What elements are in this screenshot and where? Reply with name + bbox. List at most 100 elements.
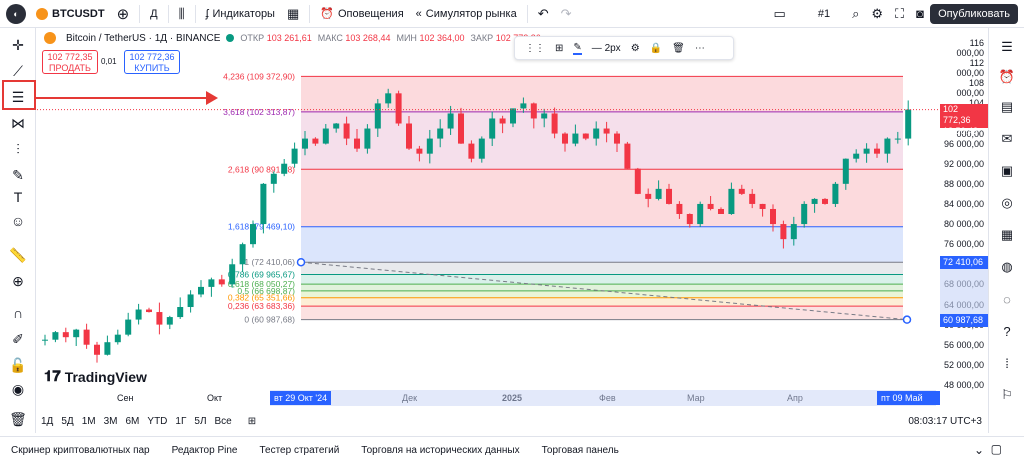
data-window-icon[interactable]: ▤: [996, 96, 1018, 118]
candle-body: [863, 148, 870, 154]
symbol-search[interactable]: BTCUSDT: [30, 0, 111, 28]
symbol-name: BTCUSDT: [52, 7, 105, 20]
date-range-icon[interactable]: ⊞: [244, 416, 260, 427]
brush-icon[interactable]: ✎: [6, 164, 30, 186]
fib-zone: [301, 297, 903, 307]
period-button[interactable]: 5Л: [190, 416, 210, 427]
indicators-button[interactable]: ʄ Индикаторы: [200, 0, 281, 28]
lock-icon[interactable]: 🔓: [6, 354, 30, 376]
calendar-icon[interactable]: ▦: [996, 224, 1018, 246]
fib-level-label: 0,786 (69 965,67): [228, 270, 295, 280]
ruler-icon[interactable]: 📏: [6, 244, 30, 266]
user-avatar[interactable]: ◐: [6, 3, 26, 24]
tv-logo-text: TradingView: [64, 368, 147, 385]
trend-line-icon[interactable]: ⟋: [6, 60, 30, 82]
price-axis[interactable]: 116 000,00112 000,00108 000,00104 000,00…: [940, 28, 988, 405]
chart-legend: Bitcoin / TetherUS · 1Д · BINANCE ОТКР 1…: [44, 32, 541, 44]
price-chart[interactable]: 4,236 (109 372,90)3,618 (102 313,87)2,61…: [37, 28, 940, 405]
zoom-in-icon[interactable]: ⊕: [6, 270, 30, 292]
candle-type-icon[interactable]: ⫼: [173, 0, 191, 28]
news-icon[interactable]: ▣: [996, 160, 1018, 182]
layout-icon[interactable]: ▭: [768, 0, 792, 28]
lock-icon[interactable]: 🔒: [650, 43, 662, 54]
candle-body: [447, 113, 454, 129]
settings-gear-icon[interactable]: ⚙: [865, 0, 889, 28]
bottom-tab[interactable]: Скринер криптовалютных пар: [0, 445, 161, 456]
apps-icon[interactable]: ⁞: [996, 352, 1018, 374]
ohlc-low: МИН 102 364,00: [396, 33, 465, 43]
more-icon[interactable]: ⋯: [695, 43, 705, 54]
text-icon[interactable]: T: [6, 186, 30, 208]
help-icon[interactable]: ?: [996, 320, 1018, 342]
notifications-icon[interactable]: ◌: [996, 288, 1018, 310]
time-axis[interactable]: СенОктДек2025ФевМарАпрвт 29 Окт '24пт 09…: [37, 390, 940, 417]
magnet-icon[interactable]: ∩: [6, 302, 30, 324]
bottom-tab[interactable]: Торговля на исторических данных: [350, 445, 530, 456]
templates-icon[interactable]: ▦: [281, 0, 305, 28]
emoji-icon[interactable]: ☺: [6, 210, 30, 232]
ideas-icon[interactable]: ◎: [996, 192, 1018, 214]
buy-button[interactable]: 102 772,36 КУПИТЬ: [124, 50, 180, 74]
price-tick-label: 76 000,00: [943, 239, 984, 250]
period-button[interactable]: Все: [211, 416, 236, 427]
fib-zone: [301, 290, 903, 298]
undo-icon[interactable]: ↶: [532, 0, 555, 28]
crosshair-icon[interactable]: ✛: [6, 34, 30, 56]
fib-anchor-handle: [902, 315, 912, 324]
template-icon[interactable]: ⊞: [555, 43, 563, 54]
price-tick-label: 92 000,00: [943, 158, 984, 169]
utc-clock[interactable]: 08:03:17 UTC+3: [908, 416, 982, 427]
fullscreen-icon[interactable]: ⛶: [889, 0, 910, 28]
camera-icon[interactable]: ◙: [910, 0, 930, 28]
trash-icon[interactable]: 🗑: [672, 43, 685, 54]
tv-logo-icon: 𝟏𝟕: [44, 368, 61, 385]
drag-handle-icon[interactable]: ⋮⋮: [525, 43, 545, 54]
period-button[interactable]: 3М: [100, 416, 122, 427]
chevron-down-icon[interactable]: ⌄: [974, 443, 984, 457]
compare-add-icon[interactable]: ⊕: [111, 0, 136, 28]
candle-body: [218, 279, 225, 285]
lock-drawings-icon[interactable]: ✐: [6, 328, 30, 350]
current-price-tag: 102 772,36 18:56:43: [940, 103, 988, 136]
period-button[interactable]: 1Д: [37, 416, 57, 427]
alerts-button[interactable]: ⏰ Оповещения: [314, 0, 409, 28]
chart-title: Bitcoin / TetherUS · 1Д · BINANCE: [66, 32, 221, 44]
publish-button[interactable]: Опубликовать: [930, 4, 1018, 24]
layout-number[interactable]: #1: [812, 0, 836, 28]
line-width-button[interactable]: — 2px: [592, 43, 621, 54]
period-button[interactable]: 1Г: [171, 416, 190, 427]
broadcast-icon[interactable]: ◍: [996, 256, 1018, 278]
replay-button[interactable]: « Симулятор рынка: [410, 0, 523, 28]
redo-icon[interactable]: ↷: [555, 0, 578, 28]
quick-search-icon[interactable]: ⌕: [846, 0, 865, 28]
hint-icon[interactable]: ⚐: [996, 384, 1018, 406]
candle-body: [281, 163, 288, 174]
pattern-icon[interactable]: ⋈: [6, 112, 30, 134]
candle-body: [395, 93, 402, 124]
settings-gear-icon[interactable]: ⚙: [631, 43, 640, 54]
candle-body: [749, 193, 756, 204]
bottom-tab[interactable]: Тестер стратегий: [248, 445, 350, 456]
candle-body: [166, 317, 173, 325]
fib-zone: [301, 76, 903, 112]
period-button[interactable]: YTD: [143, 416, 171, 427]
fib-zone: [301, 274, 903, 285]
pen-color-icon[interactable]: ✎: [573, 42, 582, 55]
watchlist-icon[interactable]: ☰: [996, 36, 1018, 58]
period-button[interactable]: 1М: [78, 416, 100, 427]
alerts-clock-icon[interactable]: ⏰: [996, 66, 1018, 88]
trash-icon[interactable]: 🗑: [6, 408, 30, 430]
projection-icon[interactable]: ⫶: [6, 138, 30, 160]
bottom-tab[interactable]: Торговая панель: [531, 445, 630, 456]
candle-body: [582, 133, 589, 139]
chat-icon[interactable]: ✉: [996, 128, 1018, 150]
maximize-icon[interactable]: ▢: [991, 442, 1002, 456]
period-button[interactable]: 5Д: [57, 416, 77, 427]
period-button[interactable]: 6М: [122, 416, 144, 427]
eye-icon[interactable]: ◉: [6, 378, 30, 400]
candle-body: [83, 329, 90, 345]
interval-button[interactable]: Д: [144, 0, 163, 28]
fib-level-label: 0 (60 987,68): [244, 315, 295, 325]
sell-button[interactable]: 102 772,35 ПРОДАТЬ: [42, 50, 98, 74]
bottom-tab[interactable]: Редактор Pine: [161, 445, 249, 456]
